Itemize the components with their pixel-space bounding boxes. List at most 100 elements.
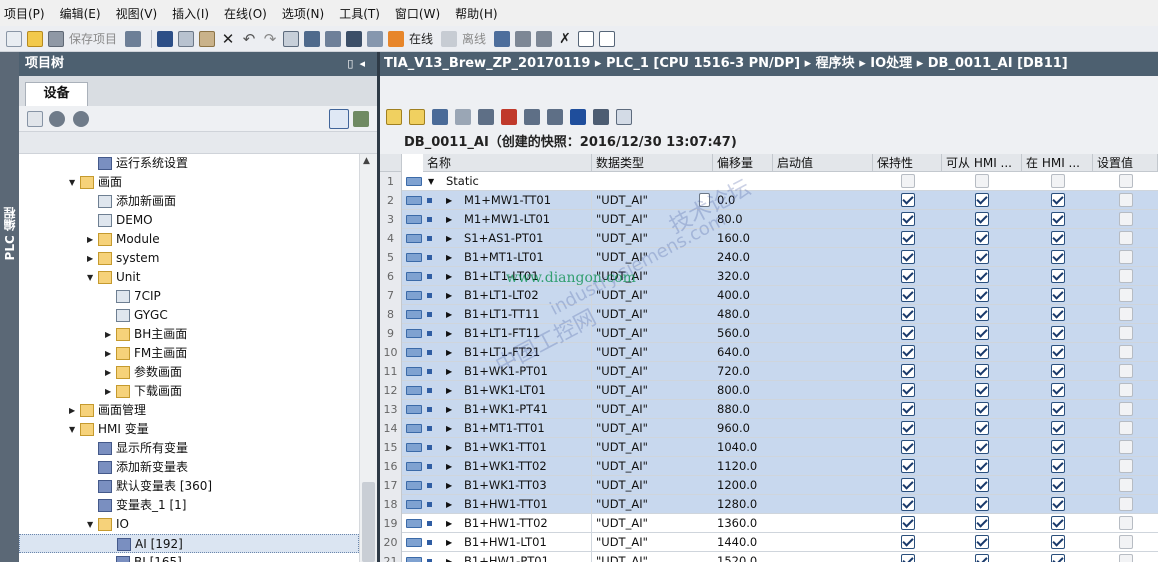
member-name[interactable]: B1+WK1-TT02 — [464, 457, 592, 476]
table-row[interactable]: 6 ▶ B1+LT1-LT01 "UDT_AI" 320.0 — [380, 267, 1158, 286]
retain-checkbox[interactable] — [901, 535, 915, 549]
compile-icon[interactable] — [283, 30, 300, 47]
chevron-down-icon[interactable]: ▼ — [87, 268, 97, 287]
table-row[interactable]: 10 ▶ B1+LT1-FT21 "UDT_AI" 640.0 — [380, 343, 1158, 362]
add-row-icon[interactable] — [409, 109, 425, 125]
member-data-type[interactable]: "UDT_AI" — [596, 552, 713, 562]
chevron-right-icon[interactable]: ▶ — [446, 267, 452, 286]
hmi-accessible-checkbox[interactable] — [975, 193, 989, 207]
hmi-accessible-checkbox[interactable] — [975, 535, 989, 549]
collapse-all-icon[interactable] — [455, 109, 471, 125]
hmi-visible-checkbox[interactable] — [1051, 554, 1065, 562]
chevron-right-icon[interactable]: ▶ — [446, 438, 452, 457]
chevron-right-icon[interactable]: ▶ — [446, 305, 452, 324]
hmi-accessible-checkbox[interactable] — [975, 497, 989, 511]
member-name[interactable]: B1+MT1-LT01 — [464, 248, 592, 267]
chevron-right-icon[interactable]: ▶ — [446, 419, 452, 438]
tree-config-icon[interactable] — [353, 111, 369, 127]
member-name[interactable]: B1+WK1-PT41 — [464, 400, 592, 419]
table-row-static[interactable]: 1 ▼ Static — [380, 172, 1158, 191]
upload-icon[interactable] — [325, 30, 342, 47]
column-start-value[interactable]: 启动值 — [773, 154, 873, 172]
member-data-type[interactable]: "UDT_AI" — [596, 476, 713, 495]
table-row[interactable]: 20 ▶ B1+HW1-LT01 "UDT_AI" 1440.0 — [380, 533, 1158, 552]
open-project-icon[interactable] — [27, 30, 43, 47]
hmi-accessible-checkbox[interactable] — [975, 345, 989, 359]
member-name[interactable]: M1+MW1-TT01 — [464, 191, 592, 210]
hmi-accessible-checkbox[interactable] — [975, 326, 989, 340]
chevron-right-icon[interactable]: ▶ — [105, 363, 115, 382]
hmi-visible-checkbox[interactable] — [1051, 497, 1065, 511]
split-vertical-icon[interactable] — [599, 30, 616, 47]
hmi-visible-checkbox[interactable] — [1051, 231, 1065, 245]
chevron-right-icon[interactable]: ▶ — [446, 457, 452, 476]
member-data-type[interactable]: "UDT_AI" — [596, 419, 713, 438]
chevron-right-icon[interactable]: ▶ — [446, 514, 452, 533]
chevron-down-icon[interactable]: ▼ — [69, 420, 79, 439]
table-row[interactable]: 13 ▶ B1+WK1-PT41 "UDT_AI" 880.0 — [380, 400, 1158, 419]
member-data-type[interactable]: "UDT_AI" — [596, 191, 713, 210]
hmi-accessible-checkbox[interactable] — [975, 459, 989, 473]
hmi-accessible-checkbox[interactable] — [975, 516, 989, 530]
tree-item[interactable]: ▶ FM主画面 — [19, 344, 359, 363]
plc-programming-side-tab[interactable]: PLC 编程 — [0, 52, 19, 562]
stop-cpu-icon[interactable] — [536, 30, 553, 47]
member-data-type[interactable]: "UDT_AI" — [596, 495, 713, 514]
retain-checkbox[interactable] — [901, 421, 915, 435]
chevron-right-icon[interactable]: ▶ — [105, 344, 115, 363]
chevron-right-icon[interactable]: ▶ — [87, 249, 97, 268]
member-name[interactable]: B1+HW1-LT01 — [464, 533, 592, 552]
column-data-type[interactable]: 数据类型 — [592, 154, 713, 172]
column-retain[interactable]: 保持性 — [873, 154, 942, 172]
member-data-type[interactable]: "UDT_AI" — [596, 514, 713, 533]
undo-icon[interactable]: ↶ — [241, 31, 257, 47]
column-name[interactable]: 名称 — [423, 154, 592, 172]
table-row[interactable]: 17 ▶ B1+WK1-TT03 "UDT_AI" 1200.0 — [380, 476, 1158, 495]
member-data-type[interactable]: "UDT_AI" — [596, 362, 713, 381]
member-data-type[interactable]: "UDT_AI" — [596, 305, 713, 324]
table-row[interactable]: 3 ▶ M1+MW1-LT01 "UDT_AI" 80.0 — [380, 210, 1158, 229]
column-hmi-accessible[interactable]: 可从 HMI ... — [942, 154, 1022, 172]
hmi-accessible-checkbox[interactable] — [975, 212, 989, 226]
table-row[interactable]: 11 ▶ B1+WK1-PT01 "UDT_AI" 720.0 — [380, 362, 1158, 381]
menu-project[interactable]: 项目(P) — [4, 5, 45, 22]
hmi-visible-checkbox[interactable] — [1051, 402, 1065, 416]
hmi-visible-checkbox[interactable] — [1051, 250, 1065, 264]
cut-icon[interactable] — [157, 30, 174, 47]
hmi-visible-checkbox[interactable] — [1051, 307, 1065, 321]
save-project-button[interactable]: 保存项目 — [69, 30, 117, 47]
tree-item[interactable]: ▶ 参数画面 — [19, 363, 359, 382]
keep-values-icon[interactable] — [478, 109, 494, 125]
delete-icon[interactable]: ✕ — [220, 31, 236, 47]
hmi-visible-checkbox[interactable] — [1051, 535, 1065, 549]
retain-checkbox[interactable] — [901, 440, 915, 454]
retain-checkbox[interactable] — [901, 231, 915, 245]
chevron-right-icon[interactable]: ▶ — [446, 533, 452, 552]
chevron-right-icon[interactable]: ▶ — [87, 230, 97, 249]
tree-item[interactable]: ▼ IO — [19, 515, 359, 534]
hmi-visible-checkbox[interactable] — [1051, 345, 1065, 359]
hmi-visible-checkbox[interactable] — [1051, 478, 1065, 492]
table-row[interactable]: 9 ▶ B1+LT1-FT11 "UDT_AI" 560.0 — [380, 324, 1158, 343]
hmi-accessible-checkbox[interactable] — [975, 402, 989, 416]
table-row[interactable]: 4 ▶ S1+AS1-PT01 "UDT_AI" 160.0 — [380, 229, 1158, 248]
member-data-type[interactable]: "UDT_AI" — [596, 286, 713, 305]
member-name[interactable]: B1+LT1-LT01 — [464, 267, 592, 286]
table-row[interactable]: 18 ▶ B1+HW1-TT01 "UDT_AI" 1280.0 — [380, 495, 1158, 514]
tree-item[interactable]: ▶ BH主画面 — [19, 325, 359, 344]
member-name[interactable]: M1+MW1-LT01 — [464, 210, 592, 229]
member-data-type[interactable]: "UDT_AI" — [596, 248, 713, 267]
back-icon[interactable] — [49, 111, 65, 127]
retain-checkbox[interactable] — [901, 364, 915, 378]
save-icon[interactable] — [48, 30, 64, 47]
chevron-right-icon[interactable]: ▶ — [446, 552, 452, 562]
tree-item[interactable]: ▶ 下载画面 — [19, 382, 359, 401]
insert-row-icon[interactable] — [386, 109, 402, 125]
tree-item[interactable]: ▶ system — [19, 249, 359, 268]
tree-scrollbar[interactable]: ▲ — [359, 154, 377, 562]
hmi-accessible-checkbox[interactable] — [975, 231, 989, 245]
reset-start-values-icon[interactable] — [501, 109, 517, 125]
chevron-right-icon[interactable]: ▶ — [446, 191, 452, 210]
breadcrumb-program-blocks[interactable]: 程序块 — [816, 56, 855, 71]
member-name[interactable]: B1+HW1-PT01 — [464, 552, 592, 562]
